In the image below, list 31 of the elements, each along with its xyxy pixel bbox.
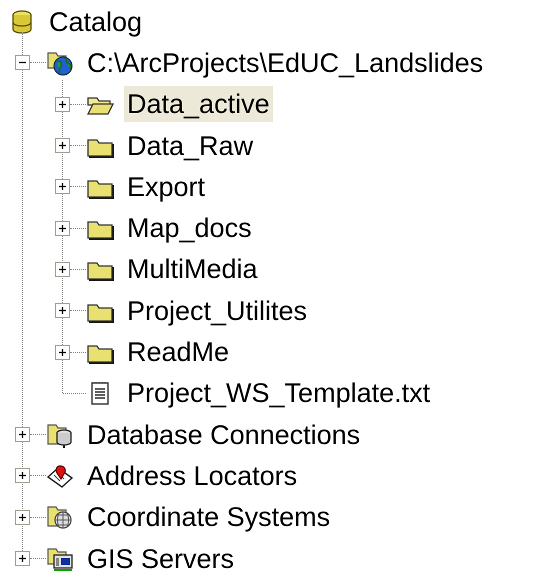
- expand-toggle[interactable]: [55, 303, 70, 318]
- expand-toggle[interactable]: [55, 262, 70, 277]
- expand-toggle[interactable]: [15, 510, 30, 525]
- server-folder-icon: [46, 546, 74, 572]
- tree-item-label[interactable]: Database Connections: [84, 416, 364, 453]
- address-locator-icon: [46, 462, 74, 489]
- expand-toggle[interactable]: [55, 179, 70, 194]
- tree-item-label[interactable]: Project_WS_Template.txt: [124, 375, 434, 412]
- folder-globe-icon: [46, 50, 74, 76]
- tree-item-label[interactable]: Coordinate Systems: [84, 499, 334, 536]
- expand-toggle[interactable]: [15, 551, 30, 566]
- tree-item-label[interactable]: Data_Raw: [124, 128, 256, 164]
- tree-item-label[interactable]: Export: [124, 168, 208, 205]
- tree-item-label[interactable]: ReadMe: [124, 334, 232, 370]
- expand-toggle[interactable]: [15, 468, 30, 484]
- tree-item-label[interactable]: Data_active: [124, 86, 273, 122]
- expand-toggle[interactable]: [55, 96, 70, 112]
- expand-toggle[interactable]: [55, 138, 70, 154]
- tree-item-label[interactable]: Address Locators: [84, 458, 300, 494]
- tree-item-label[interactable]: Catalog: [46, 4, 146, 40]
- expand-toggle[interactable]: [55, 220, 70, 236]
- tree-item-label[interactable]: C:\ArcProjects\EdUC_Landslides: [84, 44, 486, 81]
- tree-item-label[interactable]: Project_Utilites: [124, 292, 310, 329]
- coordinate-folder-icon: [46, 504, 74, 530]
- tree-item-label[interactable]: Map_docs: [124, 210, 255, 246]
- tree-item-label[interactable]: GIS Servers: [84, 540, 238, 576]
- expand-toggle[interactable]: [15, 55, 30, 70]
- expand-toggle[interactable]: [15, 427, 30, 442]
- tree-item-label[interactable]: MultiMedia: [124, 251, 261, 288]
- expand-toggle[interactable]: [55, 344, 70, 360]
- database-folder-icon: [46, 422, 74, 448]
